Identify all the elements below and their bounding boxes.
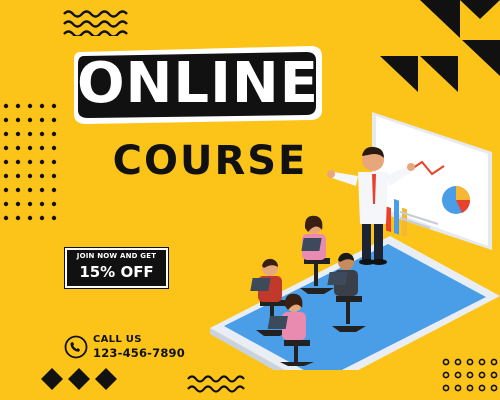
wave-decoration — [63, 10, 128, 36]
phone-number[interactable]: 123-456-7890 — [93, 346, 185, 360]
dot-grid-decoration — [3, 103, 57, 221]
diamond-decoration — [41, 368, 117, 390]
board-bar — [394, 199, 399, 235]
promo-subtitle: JOIN NOW AND GET — [76, 252, 157, 260]
phone-icon — [64, 335, 88, 359]
promo-discount: 15% OFF — [79, 263, 154, 281]
classroom-illustration — [210, 112, 500, 370]
tablet-platform — [210, 236, 500, 370]
board-bar — [386, 206, 391, 233]
call-us-label: CALL US — [93, 334, 142, 345]
poster: ONLINE COURSE JOIN NOW AND GET 15% OFF C… — [0, 0, 500, 400]
wave-decoration-bottom — [187, 375, 245, 393]
triangle-decoration — [380, 0, 500, 92]
